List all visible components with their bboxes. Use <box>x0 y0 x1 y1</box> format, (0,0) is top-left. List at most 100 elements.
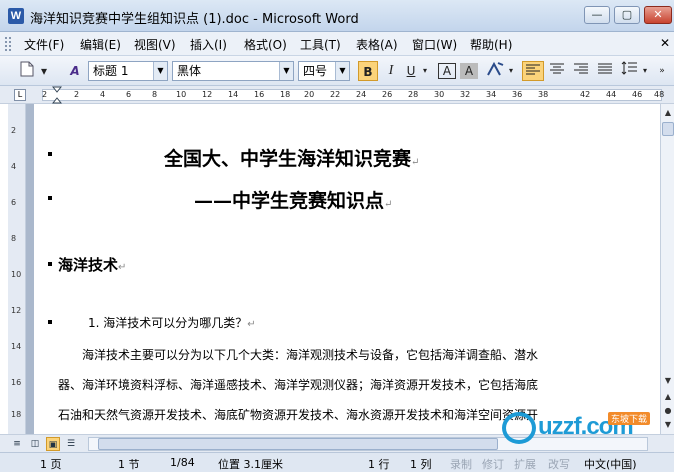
maximize-button[interactable]: ▢ <box>614 6 640 24</box>
new-document-icon[interactable] <box>18 61 36 81</box>
ruler-number: 28 <box>408 90 419 99</box>
ruler-number: 26 <box>382 90 393 99</box>
ruler-number: 8 <box>152 90 158 99</box>
paragraph-line[interactable]: 器、海洋环境资料浮标、海洋遥感技术、海洋学观测仪器；海洋资源开发技术，它包括海底 <box>58 376 538 393</box>
font-value: 黑体 <box>177 64 202 78</box>
toolbar-dropdown-icon[interactable]: ▾ <box>40 61 48 81</box>
chevron-down-icon[interactable]: ▾ <box>506 61 516 81</box>
toolbar-options-icon[interactable]: » <box>656 61 668 81</box>
vertical-ruler[interactable]: 2 4 6 8 10 12 14 16 18 <box>8 104 26 434</box>
question-line[interactable]: 1. 海洋技术可以分为哪几类？↵ <box>88 314 256 331</box>
scroll-up-icon[interactable]: ▲ <box>662 106 674 120</box>
document-page[interactable]: 全国大、中学生海洋知识竞赛↵ ——中学生竞赛知识点↵ 海洋技术↵ 1. 海洋技术… <box>34 104 660 434</box>
vruler-number: 8 <box>11 234 17 243</box>
revision-mode[interactable]: 修订 <box>482 456 504 472</box>
watermark-logo-icon <box>502 412 536 444</box>
menu-window[interactable]: 窗口(W) <box>412 36 457 53</box>
document-subtitle[interactable]: ——中学生竞赛知识点↵ <box>194 186 392 213</box>
web-layout-icon[interactable]: ◫ <box>28 437 42 451</box>
indent-marker-icon[interactable] <box>52 86 62 104</box>
chevron-down-icon[interactable]: ▾ <box>420 61 430 81</box>
menu-file[interactable]: 文件(F) <box>24 36 64 53</box>
highlight-icon[interactable] <box>484 61 506 81</box>
status-line: 1 行 <box>368 458 390 471</box>
watermark-tag: 东坡下载 <box>608 412 651 425</box>
vertical-scrollbar[interactable]: ▲ ▼ ▲ ● ▼ <box>660 104 674 434</box>
menu-format[interactable]: 格式(O) <box>244 36 287 53</box>
chevron-down-icon[interactable]: ▼ <box>335 62 349 80</box>
document-title[interactable]: 全国大、中学生海洋知识竞赛↵ <box>164 144 419 171</box>
menu-table[interactable]: 表格(A) <box>356 36 398 53</box>
ruler-number: 18 <box>280 90 291 99</box>
ruler-number: 22 <box>330 90 341 99</box>
status-bar: 1 页 1 节 1/84 位置 3.1厘米 1 行 1 列 录制 修订 扩展 改… <box>0 452 674 472</box>
menu-grip-icon[interactable] <box>4 36 12 52</box>
menu-edit[interactable]: 编辑(E) <box>80 36 121 53</box>
scroll-thumb[interactable] <box>662 122 674 136</box>
chevron-down-icon[interactable]: ▼ <box>153 62 167 80</box>
chevron-down-icon[interactable]: ▼ <box>279 62 293 80</box>
justify-button[interactable] <box>594 61 616 81</box>
ruler-number: 24 <box>356 90 367 99</box>
vruler-number: 4 <box>11 162 17 171</box>
close-button[interactable]: ✕ <box>644 6 672 24</box>
ruler-number: 6 <box>126 90 132 99</box>
ruler-number: 16 <box>254 90 265 99</box>
record-mode[interactable]: 录制 <box>450 456 472 472</box>
outline-view-icon[interactable]: ☰ <box>64 437 78 451</box>
align-right-button[interactable] <box>570 61 592 81</box>
underline-button[interactable]: U <box>402 61 420 81</box>
formatting-toolbar: ▾ A 标题 1 ▼ 黑体 ▼ 四号 ▼ B I U ▾ A A ▾ ▾ » <box>0 56 674 86</box>
select-browse-object-icon[interactable]: ● <box>662 404 674 418</box>
scroll-down-icon[interactable]: ▼ <box>662 374 674 388</box>
status-column: 1 列 <box>410 458 432 471</box>
styles-icon[interactable]: A <box>66 61 84 81</box>
bold-button[interactable]: B <box>358 61 378 81</box>
font-size-value: 四号 <box>303 64 328 78</box>
line-spacing-icon[interactable] <box>618 61 640 81</box>
paragraph-mark: ↵ <box>118 262 127 273</box>
align-center-button[interactable] <box>546 61 568 81</box>
section-heading[interactable]: 海洋技术↵ <box>58 254 126 275</box>
next-page-icon[interactable]: ▼ <box>662 418 674 432</box>
word-app-icon[interactable]: W <box>8 8 24 24</box>
character-border-button[interactable]: A <box>438 63 456 79</box>
menu-view[interactable]: 视图(V) <box>134 36 176 53</box>
font-combo[interactable]: 黑体 ▼ <box>172 61 294 81</box>
vruler-number: 16 <box>11 378 22 387</box>
font-size-combo[interactable]: 四号 ▼ <box>298 61 350 81</box>
status-pages: 1/84 <box>170 456 195 469</box>
minimize-button[interactable]: — <box>584 6 610 24</box>
previous-page-icon[interactable]: ▲ <box>662 390 674 404</box>
paragraph-line[interactable]: 石油和天然气资源开发技术、海底矿物资源开发技术、海水资源开发技术和海洋空间资源开 <box>58 406 538 423</box>
ruler-number: 12 <box>202 90 213 99</box>
status-language: 中文(中国) <box>584 458 637 471</box>
overtype-mode[interactable]: 改写 <box>548 456 570 472</box>
vruler-number: 18 <box>11 410 22 419</box>
extend-mode[interactable]: 扩展 <box>514 456 536 472</box>
print-layout-icon[interactable]: ▣ <box>46 437 60 451</box>
style-combo[interactable]: 标题 1 ▼ <box>88 61 168 81</box>
paragraph-mark: ↵ <box>247 319 256 330</box>
window-title: 海洋知识竞赛中学生组知识点 (1).doc - Microsoft Word <box>30 12 359 27</box>
align-left-button[interactable] <box>522 61 544 81</box>
ruler-number: 2 <box>74 90 80 99</box>
chevron-down-icon[interactable]: ▾ <box>640 61 650 81</box>
menu-help[interactable]: 帮助(H) <box>470 36 512 53</box>
ruler-number: 10 <box>176 90 187 99</box>
menu-insert[interactable]: 插入(I) <box>190 36 227 53</box>
paragraph-bullet <box>48 196 52 200</box>
normal-view-icon[interactable]: ≡ <box>10 437 24 451</box>
menu-bar: 文件(F) 编辑(E) 视图(V) 插入(I) 格式(O) 工具(T) 表格(A… <box>0 32 674 56</box>
italic-button[interactable]: I <box>382 61 400 81</box>
paragraph-line[interactable]: 海洋技术主要可以分为以下几个大类：海洋观测技术与设备，它包括海洋调查船、潜水 <box>82 346 538 363</box>
hscroll-thumb[interactable] <box>98 438 498 450</box>
title-line1-text: 全国大、中学生海洋知识竞赛 <box>164 148 412 170</box>
character-shading-button[interactable]: A <box>460 63 478 79</box>
ruler-number: 34 <box>486 90 497 99</box>
tab-selector-icon[interactable]: L <box>14 89 26 101</box>
document-close-icon[interactable]: ✕ <box>660 36 670 50</box>
title-line2-text: ——中学生竞赛知识点 <box>194 190 385 212</box>
menu-tools[interactable]: 工具(T) <box>300 36 341 53</box>
horizontal-ruler[interactable]: L 2 2 4 6 8 10 12 14 16 18 20 22 24 26 2… <box>0 86 674 104</box>
